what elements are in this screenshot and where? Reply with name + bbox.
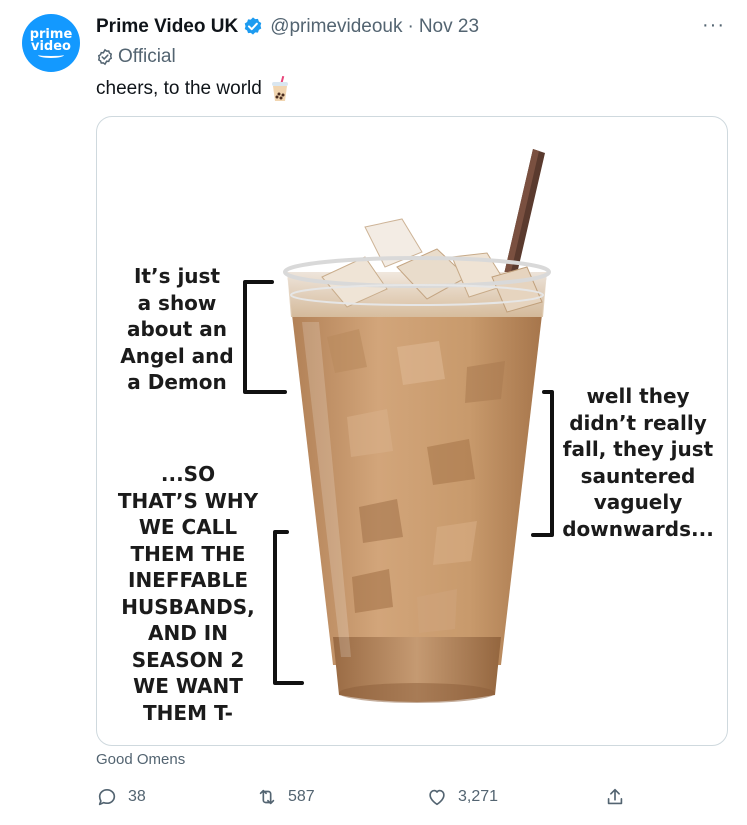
display-name[interactable]: Prime Video UK [96, 16, 238, 38]
tweet-date[interactable]: Nov 23 [419, 16, 479, 38]
official-text: Official [118, 46, 176, 67]
official-label: Official [96, 46, 176, 68]
tweet-actions: 38 587 3,271 [96, 786, 636, 816]
retweet-icon [259, 789, 275, 805]
like-button[interactable]: 3,271 [426, 786, 498, 808]
bracket-bottom-left [273, 530, 304, 685]
avatar[interactable]: prime video [22, 14, 80, 72]
reply-count: 38 [128, 788, 146, 805]
handle[interactable]: @primevideouk [270, 16, 402, 38]
tweet-text: cheers, to the world [96, 76, 290, 102]
tweet: prime video Prime Video UK @primevideouk… [0, 0, 747, 825]
media-source-label[interactable]: Good Omens [96, 751, 185, 768]
meme-caption-right: well they didn’t really fall, they just … [562, 384, 714, 541]
verified-badge-icon [244, 17, 262, 35]
meme-caption-bottom-left: ...SO THAT’S WHY WE CALL THEM THE INEFFA… [117, 462, 259, 725]
reply-button[interactable]: 38 [96, 786, 146, 808]
bubble-tea-icon [271, 76, 288, 101]
share-button[interactable] [604, 786, 636, 808]
reply-icon [98, 789, 116, 806]
official-badge-icon [97, 48, 113, 66]
retweet-count: 587 [288, 788, 315, 805]
avatar-smile-icon [38, 52, 64, 58]
meme-caption-top-left: It’s just a show about an Angel and a De… [120, 264, 234, 394]
retweet-button[interactable]: 587 [256, 786, 315, 808]
tweet-image[interactable]: It’s just a show about an Angel and a De… [96, 116, 728, 746]
tweet-header: Prime Video UK @primevideouk · Nov 23 [96, 16, 479, 38]
avatar-logo-text: prime video [29, 26, 73, 54]
share-icon [607, 788, 623, 805]
tweet-body: cheers, to the world [96, 78, 262, 99]
more-icon[interactable]: ··· [702, 14, 725, 37]
coffee-cup [283, 218, 551, 703]
bracket-top-left [243, 280, 287, 394]
separator-dot: · [407, 16, 414, 37]
like-icon [429, 789, 445, 806]
like-count: 3,271 [458, 788, 499, 805]
